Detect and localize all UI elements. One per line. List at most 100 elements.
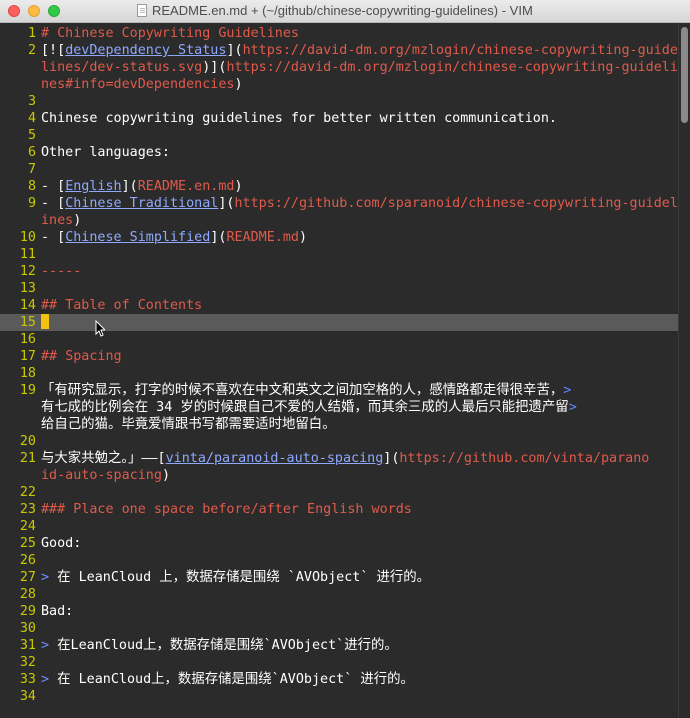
line-text[interactable]: 有七成的比例会在 34 岁的时候跟自己不爱的人结婚，而其余三成的人最后只能把遗产… [41, 399, 577, 416]
editor-line[interactable]: 32 [0, 654, 678, 671]
editor-line[interactable]: 23 ### Place one space before/after Engli… [0, 501, 678, 518]
line-text[interactable]: # Chinese Copywriting Guidelines [41, 25, 299, 42]
line-text[interactable]: lines/dev-status.svg)](https://david-dm.… [41, 59, 678, 76]
editor-line[interactable]: 11 [0, 246, 678, 263]
editor-line[interactable]: 14 ## Table of Contents [0, 297, 678, 314]
line-text[interactable]: > 在 LeanCloud上，数据存储是围绕`AVObject` 进行的。 [41, 671, 414, 688]
editor-line[interactable]: 12 ----- [0, 263, 678, 280]
editor-line[interactable]: 25 Good: [0, 535, 678, 552]
link-url: https://david-dm.org/mzlogin/chinese-cop… [242, 43, 678, 58]
line-number: 8 [27, 179, 36, 194]
line-text[interactable]: 「有研究显示，打字的时候不喜欢在中文和英文之间加空格的人，感情路都走得很辛苦，> [41, 382, 571, 399]
line-text[interactable]: nes#info=devDependencies) [41, 76, 243, 93]
editor-line[interactable]: 22 [0, 484, 678, 501]
line-text[interactable]: ines) [41, 212, 81, 229]
line-number: 11 [19, 247, 36, 262]
editor-line[interactable]: 27 > 在 LeanCloud 上，数据存储是围绕 `AVObject` 进行的… [0, 569, 678, 586]
scrollbar-thumb[interactable] [681, 27, 688, 123]
line-text[interactable]: ## Table of Contents [41, 297, 202, 314]
editor-line[interactable]: 18 [0, 365, 678, 382]
editor-line[interactable]: 给自己的猫。毕竟爱情跟书写都需要适时地留白。 [0, 416, 678, 433]
line-number: 12 [19, 264, 36, 279]
minimize-window-button[interactable] [28, 5, 40, 17]
line-number: 28 [19, 587, 36, 602]
text-span: Chinese copywriting guidelines for bette… [41, 111, 557, 126]
line-text[interactable]: [![devDependency Status](https://david-d… [41, 42, 678, 59]
editor-line[interactable]: 5 [0, 127, 678, 144]
title-bar[interactable]: README.en.md + (~/github/chinese-copywri… [0, 0, 690, 23]
line-number: 21 [19, 451, 36, 466]
editor-line[interactable]: 24 [0, 518, 678, 535]
editor-line[interactable]: 34 [0, 688, 678, 705]
editor-line[interactable]: 10 - [Chinese Simplified](README.md) [0, 229, 678, 246]
text-span: 在LeanCloud上，数据存储是围绕`AVObject`进行的。 [49, 638, 398, 653]
editor-line[interactable]: ines) [0, 212, 678, 229]
editor-line[interactable]: 28 [0, 586, 678, 603]
editor-line[interactable]: 21 与大家共勉之。」——[vinta/paranoid-auto-spacing… [0, 450, 678, 467]
text-span: 「有研究显示，打字的时候不喜欢在中文和英文之间加空格的人，感情路都走得很辛苦， [41, 383, 564, 398]
line-text[interactable]: ## Spacing [41, 348, 122, 365]
editor-line[interactable]: id-auto-spacing) [0, 467, 678, 484]
line-number: 4 [27, 111, 36, 126]
blockquote-marker: > [41, 638, 50, 653]
line-text[interactable]: > 在 LeanCloud 上，数据存储是围绕 `AVObject` 进行的。 [41, 569, 430, 586]
vertical-scrollbar[interactable] [678, 23, 690, 718]
line-text[interactable]: - [English](README.en.md) [41, 178, 243, 195]
text-span: Bad: [41, 604, 74, 619]
text-span: ]( [383, 451, 400, 466]
editor-line[interactable]: 3 [0, 93, 678, 110]
line-text[interactable]: Other languages: [41, 144, 170, 161]
link-url: lines/dev-status.svg [41, 60, 203, 75]
blockquote-marker: > [41, 672, 50, 687]
heading-text: Place one space before/after English wor… [73, 502, 412, 517]
line-text[interactable]: ### Place one space before/after English… [41, 501, 412, 518]
line-text[interactable]: - [Chinese Traditional](https://github.c… [41, 195, 678, 212]
editor-line[interactable]: 31 > 在LeanCloud上，数据存储是围绕`AVObject`进行的。 [0, 637, 678, 654]
editor-line[interactable]: 有七成的比例会在 34 岁的时候跟自己不爱的人结婚，而其余三成的人最后只能把遗产… [0, 399, 678, 416]
editor-line[interactable]: 19 「有研究显示，打字的时候不喜欢在中文和英文之间加空格的人，感情路都走得很辛苦… [0, 382, 678, 399]
line-text[interactable]: id-auto-spacing) [41, 467, 170, 484]
editor-line[interactable]: 8 - [English](README.en.md) [0, 178, 678, 195]
line-text[interactable]: ----- [41, 263, 81, 280]
editor-line[interactable]: 26 [0, 552, 678, 569]
line-number: 6 [27, 145, 36, 160]
editor-line[interactable]: 13 [0, 280, 678, 297]
text-span: )]( [202, 60, 227, 75]
heading-text: ----- [41, 264, 82, 279]
heading-text: ### [41, 502, 74, 517]
heading-text: ## [41, 349, 66, 364]
zoom-window-button[interactable] [48, 5, 60, 17]
editor-line[interactable]: lines/dev-status.svg)](https://david-dm.… [0, 59, 678, 76]
text-span: ) [161, 468, 170, 483]
line-number: 23 [19, 502, 36, 517]
editor-line[interactable]: 9 - [Chinese Traditional](https://github.… [0, 195, 678, 212]
line-text[interactable]: Bad: [41, 603, 73, 620]
link-url: https://david-dm.org/mzlogin/chinese-cop… [226, 60, 678, 75]
editor-line[interactable]: 2 [![devDependency Status](https://david-… [0, 42, 678, 59]
line-number: 1 [27, 26, 36, 41]
editor-line[interactable]: 4 Chinese copywriting guidelines for bett… [0, 110, 678, 127]
line-number: 10 [19, 230, 36, 245]
document-icon [137, 4, 147, 17]
text-editor[interactable]: 1 # Chinese Copywriting Guidelines 2 [![dev… [0, 23, 678, 718]
editor-line[interactable]: 30 [0, 620, 678, 637]
close-window-button[interactable] [8, 5, 20, 17]
line-text[interactable]: Chinese copywriting guidelines for bette… [41, 110, 557, 127]
editor-line[interactable]: 7 [0, 161, 678, 178]
line-number: 32 [19, 655, 36, 670]
editor-line[interactable]: 29 Bad: [0, 603, 678, 620]
line-text[interactable]: Good: [41, 535, 81, 552]
heading-text: ## [41, 298, 66, 313]
line-text[interactable]: > 在LeanCloud上，数据存储是围绕`AVObject`进行的。 [41, 637, 398, 654]
editor-line[interactable]: 1 # Chinese Copywriting Guidelines [0, 25, 678, 42]
line-text[interactable]: 给自己的猫。毕竟爱情跟书写都需要适时地留白。 [41, 416, 336, 433]
line-text[interactable] [41, 314, 49, 331]
line-number: 22 [19, 485, 36, 500]
line-text[interactable]: 与大家共勉之。」——[vinta/paranoid-auto-spacing](… [41, 450, 649, 467]
editor-line[interactable]: nes#info=devDependencies) [0, 76, 678, 93]
line-text[interactable]: - [Chinese Simplified](README.md) [41, 229, 307, 246]
editor-line[interactable]: 17 ## Spacing [0, 348, 678, 365]
editor-line[interactable]: 20 [0, 433, 678, 450]
editor-line[interactable]: 33 > 在 LeanCloud上，数据存储是围绕`AVObject` 进行的。 [0, 671, 678, 688]
editor-line[interactable]: 6 Other languages: [0, 144, 678, 161]
